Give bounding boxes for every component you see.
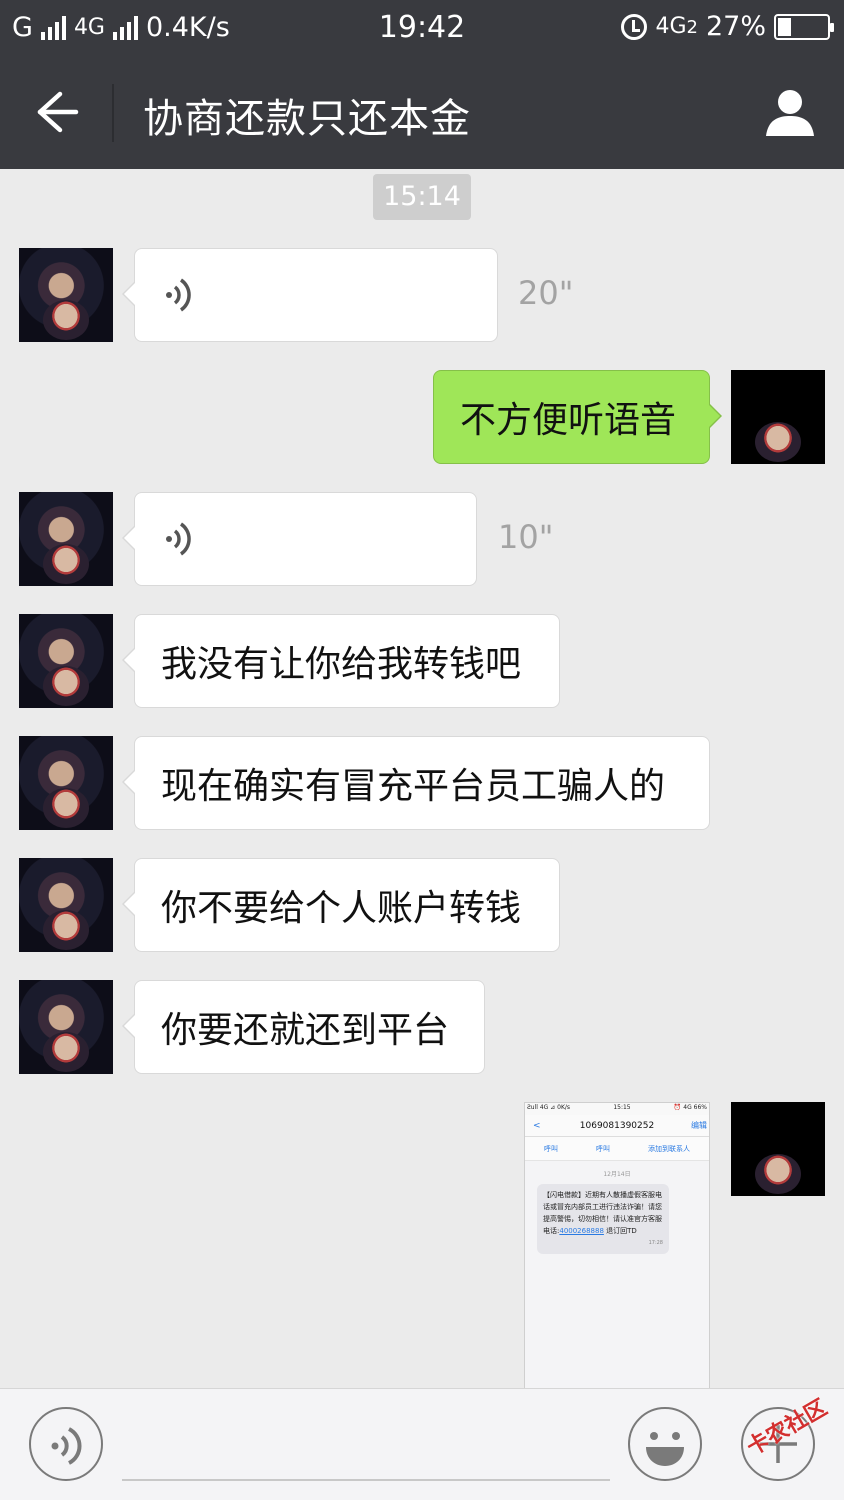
image-header: < 1069081390252 编辑 <box>525 1115 709 1137</box>
status-right: 4G2 27% <box>621 11 834 42</box>
received-text-message[interactable]: 你不要给个人账户转钱 <box>122 858 560 952</box>
message-input[interactable] <box>122 1479 610 1481</box>
voice-duration: 20" <box>518 274 574 312</box>
emoji-button[interactable] <box>628 1407 702 1481</box>
voice-wave-icon <box>166 278 191 312</box>
image-edit: 编辑 <box>691 1121 707 1130</box>
voice-toggle-button[interactable] <box>29 1407 103 1481</box>
contact-avatar[interactable] <box>19 736 113 830</box>
chat-title: 协商还款只还本金 <box>143 96 471 142</box>
image-action: 呼叫 <box>596 1144 610 1153</box>
image-sms-bubble: 【闪电借款】近期有人散播虚假客服电话或冒充内部员工进行违法诈骗！请您提高警惕，切… <box>537 1184 669 1254</box>
image-sender: 1069081390252 <box>579 1121 655 1131</box>
voice-message[interactable] <box>122 492 477 586</box>
input-bar <box>0 1388 844 1500</box>
chat-timestamp: 15:14 <box>373 174 471 220</box>
image-action: 添加到联系人 <box>648 1144 690 1153</box>
contact-avatar[interactable] <box>19 614 113 708</box>
battery-icon <box>774 13 834 40</box>
profile-button[interactable] <box>764 86 816 138</box>
message-text: 你不要给个人账户转钱 <box>161 888 522 929</box>
alarm-icon <box>621 13 648 40</box>
person-icon <box>766 90 814 136</box>
image-back: < <box>533 1121 541 1131</box>
self-avatar[interactable] <box>731 370 825 464</box>
nav-bar: 协商还款只还本金 <box>0 56 844 169</box>
message-text: 现在确实有冒充平台员工骗人的 <box>161 766 666 807</box>
image-sms-time: 17:28 <box>648 1240 663 1246</box>
image-actions: 呼叫 呼叫 添加到联系人 <box>525 1137 709 1161</box>
battery-percent: 27% <box>705 11 766 42</box>
back-arrow-icon <box>37 91 79 133</box>
image-action: 呼叫 <box>544 1144 558 1153</box>
voice-message[interactable] <box>122 248 498 342</box>
image-sms-tail: 退订回TD <box>603 1227 637 1235</box>
image-sms-phone: 4000268888 <box>559 1227 604 1235</box>
back-button[interactable] <box>26 84 86 140</box>
battery-fill <box>778 17 791 36</box>
voice-duration: 10" <box>498 518 554 556</box>
image-status-right: ⏰ 4G 66% <box>673 1104 707 1111</box>
contact-avatar[interactable] <box>19 248 113 342</box>
contact-avatar[interactable] <box>19 492 113 586</box>
nav-divider <box>112 84 114 142</box>
image-status-bar: Ƨull 4G ⊿ 0K/s 15:15 ⏰ 4G 66% <box>525 1103 709 1115</box>
message-text: 我没有让你给我转钱吧 <box>161 644 522 685</box>
voice-wave-icon <box>51 1427 82 1465</box>
smiley-icon <box>646 1432 684 1466</box>
voice-wave-icon <box>166 522 191 556</box>
self-avatar[interactable] <box>731 1102 825 1196</box>
received-text-message[interactable]: 我没有让你给我转钱吧 <box>122 614 560 708</box>
image-message[interactable]: Ƨull 4G ⊿ 0K/s 15:15 ⏰ 4G 66% < 10690813… <box>524 1102 710 1392</box>
image-status-left: Ƨull 4G ⊿ 0K/s <box>527 1104 571 1111</box>
image-date: 12月14日 <box>603 1171 631 1178</box>
status-bar: G 4G 0.4K/s 19:42 4G2 27% <box>0 0 844 56</box>
net-type: 4G2 <box>655 14 698 39</box>
received-text-message[interactable]: 现在确实有冒充平台员工骗人的 <box>122 736 710 830</box>
sent-text-message[interactable]: 不方便听语音 <box>433 370 722 464</box>
message-text: 不方便听语音 <box>460 400 677 441</box>
received-text-message[interactable]: 你要还就还到平台 <box>122 980 485 1074</box>
message-text: 你要还就还到平台 <box>161 1010 450 1051</box>
contact-avatar[interactable] <box>19 858 113 952</box>
contact-avatar[interactable] <box>19 980 113 1074</box>
image-status-time: 15:15 <box>613 1104 631 1111</box>
